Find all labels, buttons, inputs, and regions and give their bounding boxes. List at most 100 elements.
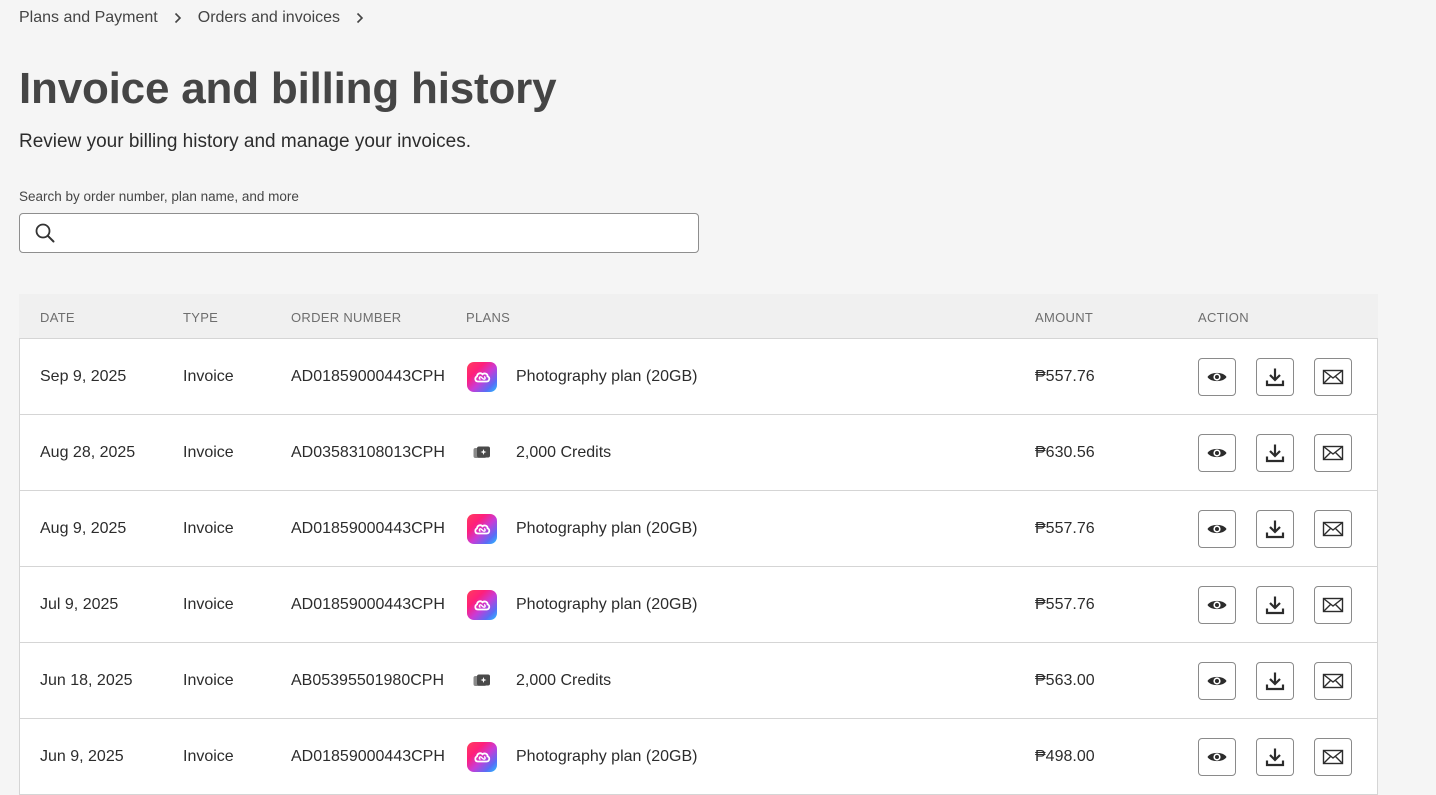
invoice-amount: ₱498.00 [1035, 747, 1095, 765]
view-invoice-button[interactable] [1198, 509, 1236, 548]
table-row-2: Aug 9, 2025 Invoice AD01859000443CPH Pho… [20, 491, 1377, 567]
email-invoice-button[interactable] [1314, 509, 1352, 548]
download-invoice-button[interactable] [1256, 509, 1294, 548]
search-label: Search by order number, plan name, and m… [19, 189, 299, 204]
plan-name: Photography plan (20GB) [516, 519, 698, 537]
invoice-date: Jun 9, 2025 [40, 747, 124, 765]
download-icon [1265, 368, 1285, 386]
plan-name: Photography plan (20GB) [516, 367, 698, 385]
order-number: AD01859000443CPH [291, 367, 445, 385]
download-invoice-button[interactable] [1256, 585, 1294, 624]
order-number: AD03583108013CPH [291, 443, 445, 461]
order-number: AD01859000443CPH [291, 519, 445, 537]
invoice-date: Jul 9, 2025 [40, 595, 119, 613]
eye-icon [1207, 752, 1227, 761]
plan-icon-cell [466, 719, 497, 794]
chevron-right-icon [340, 12, 380, 24]
download-invoice-button[interactable] [1256, 433, 1294, 472]
download-icon [1265, 520, 1285, 538]
invoice-amount: ₱557.76 [1035, 519, 1095, 537]
table-row-5: Jun 9, 2025 Invoice AD01859000443CPH Pho… [20, 719, 1377, 795]
invoice-type: Invoice [183, 443, 234, 461]
eye-icon [1207, 448, 1227, 457]
table-row-0: Sep 9, 2025 Invoice AD01859000443CPH Pho… [20, 339, 1377, 415]
table-row-1: Aug 28, 2025 Invoice AD03583108013CPH 2,… [20, 415, 1377, 491]
search-input[interactable] [64, 215, 698, 251]
download-invoice-button[interactable] [1256, 357, 1294, 396]
plan-icon-cell [466, 415, 497, 490]
breadcrumb: Plans and Payment Orders and invoices [19, 9, 380, 27]
envelope-icon [1322, 673, 1344, 688]
column-header-type: TYPE [183, 310, 219, 325]
row-actions [1198, 643, 1352, 718]
envelope-icon [1322, 597, 1344, 612]
email-invoice-button[interactable] [1314, 433, 1352, 472]
plan-icon-cell [466, 567, 497, 642]
creative-cloud-icon [466, 513, 497, 544]
email-invoice-button[interactable] [1314, 357, 1352, 396]
plan-icon-cell [466, 643, 497, 718]
breadcrumb-orders-and-invoices[interactable]: Orders and invoices [198, 9, 340, 27]
invoice-amount: ₱563.00 [1035, 671, 1095, 689]
creative-cloud-icon [466, 741, 497, 772]
invoice-date: Aug 28, 2025 [40, 443, 136, 461]
invoice-type: Invoice [183, 519, 234, 537]
row-actions [1198, 491, 1352, 566]
column-header-amount: AMOUNT [1035, 310, 1094, 325]
row-actions [1198, 339, 1352, 414]
plan-icon-cell [466, 491, 497, 566]
invoice-table: Sep 9, 2025 Invoice AD01859000443CPH Pho… [19, 338, 1378, 795]
invoice-date: Aug 9, 2025 [40, 519, 127, 537]
download-icon [1265, 672, 1285, 690]
plan-name: 2,000 Credits [516, 443, 612, 461]
email-invoice-button[interactable] [1314, 661, 1352, 700]
breadcrumb-plans-and-payment[interactable]: Plans and Payment [19, 9, 158, 27]
view-invoice-button[interactable] [1198, 661, 1236, 700]
credits-icon [473, 674, 491, 688]
eye-icon [1207, 372, 1227, 381]
envelope-icon [1322, 521, 1344, 536]
row-actions [1198, 719, 1352, 794]
invoice-type: Invoice [183, 671, 234, 689]
plan-name: 2,000 Credits [516, 671, 612, 689]
search-field[interactable] [19, 213, 699, 253]
column-header-order-number: ORDER NUMBER [291, 310, 402, 325]
email-invoice-button[interactable] [1314, 737, 1352, 776]
view-invoice-button[interactable] [1198, 737, 1236, 776]
plan-name: Photography plan (20GB) [516, 595, 698, 613]
search-icon [35, 223, 55, 243]
creative-cloud-icon [466, 589, 497, 620]
envelope-icon [1322, 369, 1344, 384]
invoice-type: Invoice [183, 367, 234, 385]
chevron-right-icon [158, 12, 198, 24]
eye-icon [1207, 524, 1227, 533]
invoice-date: Jun 18, 2025 [40, 671, 133, 689]
view-invoice-button[interactable] [1198, 357, 1236, 396]
view-invoice-button[interactable] [1198, 433, 1236, 472]
row-actions [1198, 567, 1352, 642]
page-subtitle: Review your billing history and manage y… [19, 131, 472, 152]
invoice-amount: ₱630.56 [1035, 443, 1095, 461]
invoice-type: Invoice [183, 595, 234, 613]
order-number: AB05395501980CPH [291, 671, 445, 689]
table-header: DATE TYPE ORDER NUMBER PLANS AMOUNT ACTI… [19, 294, 1378, 338]
invoice-type: Invoice [183, 747, 234, 765]
column-header-plans: PLANS [466, 310, 511, 325]
download-invoice-button[interactable] [1256, 737, 1294, 776]
page-title: Invoice and billing history [19, 64, 557, 113]
envelope-icon [1322, 749, 1344, 764]
invoice-amount: ₱557.76 [1035, 595, 1095, 613]
eye-icon [1207, 676, 1227, 685]
email-invoice-button[interactable] [1314, 585, 1352, 624]
column-header-date: DATE [40, 310, 75, 325]
eye-icon [1207, 600, 1227, 609]
plan-name: Photography plan (20GB) [516, 747, 698, 765]
column-header-action: ACTION [1198, 310, 1249, 325]
view-invoice-button[interactable] [1198, 585, 1236, 624]
download-icon [1265, 444, 1285, 462]
plan-icon-cell [466, 339, 497, 414]
download-icon [1265, 596, 1285, 614]
download-icon [1265, 748, 1285, 766]
envelope-icon [1322, 445, 1344, 460]
download-invoice-button[interactable] [1256, 661, 1294, 700]
